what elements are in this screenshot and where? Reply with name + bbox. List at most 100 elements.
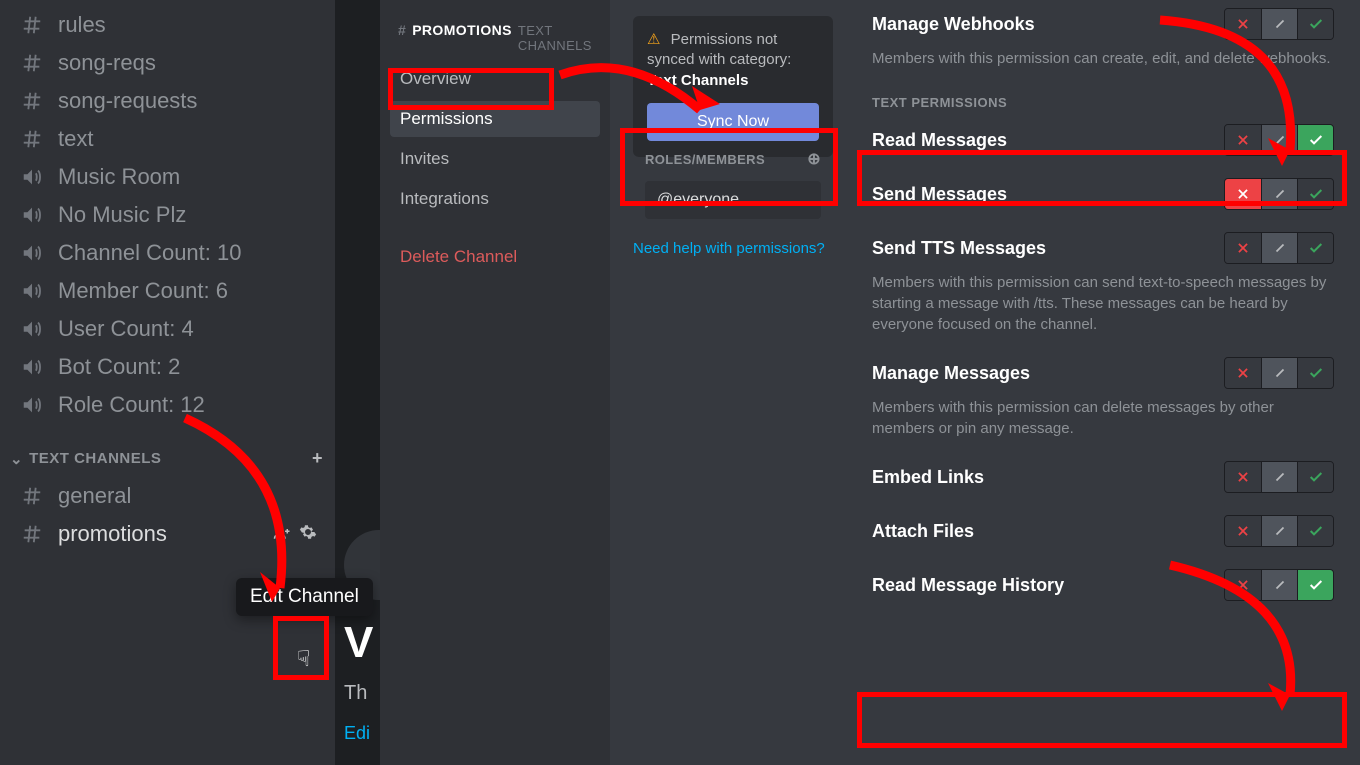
permission-allow-button[interactable] [1297, 179, 1333, 209]
nav-item-permissions[interactable]: Permissions [390, 101, 600, 137]
permission-deny-button[interactable] [1225, 516, 1261, 546]
permission-neutral-button[interactable] [1261, 516, 1297, 546]
permission-title: Read Messages [872, 130, 1007, 151]
permission-description: Members with this permission can delete … [872, 397, 1334, 439]
permission-neutral-button[interactable] [1261, 9, 1297, 39]
settings-channel-suffix: TEXT CHANNELS [518, 23, 592, 53]
permission-allow-button[interactable] [1297, 9, 1333, 39]
permission-toggle [1224, 357, 1334, 389]
permission-deny-button[interactable] [1225, 125, 1261, 155]
permission-description: Members with this permission can create,… [872, 48, 1334, 69]
category-label: TEXT CHANNELS [29, 450, 161, 467]
permission-row-manage_messages: Manage Messages Members with this permiss… [872, 357, 1334, 439]
add-channel-icon[interactable]: + [312, 448, 323, 469]
settings-sidebar-header: # PROMOTIONS TEXT CHANNELS [390, 18, 600, 61]
channel-label: Music Room [58, 164, 180, 190]
permission-allow-button[interactable] [1297, 233, 1333, 263]
channel-label: text [58, 126, 93, 152]
channel-label: Member Count: 6 [58, 278, 228, 304]
hash-icon [18, 523, 46, 545]
channel-no-music-plz[interactable]: No Music Plz [8, 196, 327, 234]
sync-category-name: Text Channels [647, 72, 748, 89]
permissions-help-link[interactable]: Need help with permissions? [633, 240, 825, 257]
permission-toggle [1224, 8, 1334, 40]
permission-deny-button[interactable] [1225, 179, 1261, 209]
nav-item-integrations[interactable]: Integrations [390, 181, 600, 217]
category-header-text-channels[interactable]: ⌄ TEXT CHANNELS + [8, 424, 327, 477]
permission-deny-button[interactable] [1225, 462, 1261, 492]
channel-channel-count-10[interactable]: Channel Count: 10 [8, 234, 327, 272]
channel-user-count-4[interactable]: User Count: 4 [8, 310, 327, 348]
delete-channel-button[interactable]: Delete Channel [390, 239, 600, 275]
channel-label: Bot Count: 2 [58, 354, 180, 380]
channel-song-requests[interactable]: song-requests [8, 82, 327, 120]
channel-bot-count-2[interactable]: Bot Count: 2 [8, 348, 327, 386]
permission-row-read_history: Read Message History [872, 569, 1334, 601]
permission-title: Embed Links [872, 467, 984, 488]
permission-row-send_messages: Send Messages [872, 178, 1334, 210]
sync-warning-text: Permissions not synced with category: [647, 31, 791, 68]
channel-general[interactable]: general [8, 477, 327, 515]
hash-icon [18, 52, 46, 74]
channel-label: promotions [58, 521, 167, 547]
cursor-pointer-icon: ☟ [297, 646, 310, 672]
permission-allow-button[interactable] [1297, 516, 1333, 546]
role-item-everyone[interactable]: @everyone [645, 181, 821, 219]
permission-neutral-button[interactable] [1261, 179, 1297, 209]
speaker-icon [18, 394, 46, 416]
permission-allow-button[interactable] [1297, 358, 1333, 388]
channel-label: song-reqs [58, 50, 156, 76]
permission-neutral-button[interactable] [1261, 570, 1297, 600]
permission-title: Manage Messages [872, 363, 1030, 384]
permission-title: Send TTS Messages [872, 238, 1046, 259]
channel-rules[interactable]: rules [8, 6, 327, 44]
speaker-icon [18, 242, 46, 264]
hash-icon [18, 14, 46, 36]
permission-neutral-button[interactable] [1261, 358, 1297, 388]
permission-toggle [1224, 515, 1334, 547]
permissions-list: Manage WebhooksMembers with this permiss… [862, 0, 1360, 765]
edit-channel-gear-icon[interactable] [299, 521, 317, 547]
permission-row-embed_links: Embed Links [872, 461, 1334, 493]
permission-neutral-button[interactable] [1261, 233, 1297, 263]
create-invite-icon[interactable] [273, 521, 291, 547]
hash-icon [18, 128, 46, 150]
channel-music-room[interactable]: Music Room [8, 158, 327, 196]
hash-icon [18, 90, 46, 112]
channel-label: general [58, 483, 131, 509]
permission-allow-button[interactable] [1297, 462, 1333, 492]
permission-row-attach_files: Attach Files [872, 515, 1334, 547]
roles-header-label: ROLES/MEMBERS [645, 152, 765, 167]
channel-song-reqs[interactable]: song-reqs [8, 44, 327, 82]
permission-toggle [1224, 569, 1334, 601]
permission-neutral-button[interactable] [1261, 125, 1297, 155]
channel-settings-sidebar: # PROMOTIONS TEXT CHANNELS Overview Permi… [380, 0, 610, 765]
channel-role-count-12[interactable]: Role Count: 12 [8, 386, 327, 424]
speaker-icon [18, 166, 46, 188]
channel-member-count-6[interactable]: Member Count: 6 [8, 272, 327, 310]
permission-deny-button[interactable] [1225, 233, 1261, 263]
speaker-icon [18, 280, 46, 302]
permission-title: Read Message History [872, 575, 1064, 596]
permission-title: Send Messages [872, 184, 1007, 205]
add-role-icon[interactable]: ⊕ [807, 149, 821, 169]
permission-deny-button[interactable] [1225, 570, 1261, 600]
permission-deny-button[interactable] [1225, 358, 1261, 388]
permission-row-send_tts: Send TTS MessagesMembers with this permi… [872, 232, 1334, 335]
channel-list: rules song-reqs song-requests text Music Roo… [0, 0, 335, 765]
permission-allow-button[interactable] [1297, 570, 1333, 600]
permission-neutral-button[interactable] [1261, 462, 1297, 492]
channel-promotions[interactable]: promotions [8, 515, 327, 553]
permission-toggle [1224, 178, 1334, 210]
speaker-icon [18, 204, 46, 226]
nav-item-overview[interactable]: Overview [390, 61, 600, 97]
speaker-icon [18, 356, 46, 378]
channel-text[interactable]: text [8, 120, 327, 158]
channel-label: No Music Plz [58, 202, 186, 228]
nav-item-invites[interactable]: Invites [390, 141, 600, 177]
permission-allow-button[interactable] [1297, 125, 1333, 155]
settings-channel-name: PROMOTIONS [412, 22, 512, 38]
permission-deny-button[interactable] [1225, 9, 1261, 39]
permission-title: Attach Files [872, 521, 974, 542]
permissions-section-header: TEXT PERMISSIONS [872, 95, 1334, 110]
